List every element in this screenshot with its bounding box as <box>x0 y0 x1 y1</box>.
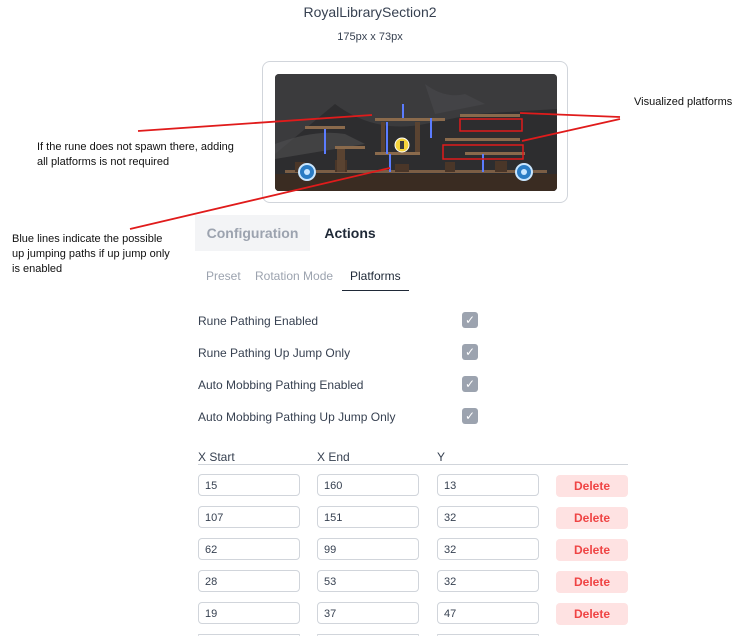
tab-configuration[interactable]: Configuration <box>195 215 310 251</box>
x-start-input[interactable]: 19 <box>198 602 300 624</box>
delete-button[interactable]: Delete <box>556 603 628 625</box>
x-end-input[interactable]: 99 <box>317 538 419 560</box>
y-input[interactable]: 47 <box>437 602 539 624</box>
tab-preset[interactable]: Preset <box>206 262 241 290</box>
option-auto-mobbing-up-jump-label: Auto Mobbing Pathing Up Jump Only <box>198 410 396 424</box>
delete-button[interactable]: Delete <box>556 475 628 497</box>
x-start-input[interactable]: 62 <box>198 538 300 560</box>
map-name: RoyalLibrarySection2 <box>303 4 437 20</box>
table-header-divider <box>198 464 628 465</box>
x-start-input[interactable]: 107 <box>198 506 300 528</box>
delete-button[interactable]: Delete <box>556 539 628 561</box>
column-y: Y <box>437 450 446 464</box>
minimap-canvas <box>275 74 557 191</box>
option-auto-mobbing-up-jump-checkbox[interactable]: ✓ <box>462 408 478 424</box>
column-x-start: X Start <box>198 450 235 464</box>
y-input[interactable]: 13 <box>437 474 539 496</box>
minimap-image <box>275 74 557 191</box>
tab-actions[interactable]: Actions <box>310 215 390 251</box>
y-input[interactable]: 32 <box>437 506 539 528</box>
y-input[interactable]: 32 <box>437 538 539 560</box>
option-rune-pathing-label: Rune Pathing Enabled <box>198 314 319 328</box>
x-end-input[interactable]: 53 <box>317 570 419 592</box>
delete-button[interactable]: Delete <box>556 571 628 593</box>
x-end-input[interactable]: 160 <box>317 474 419 496</box>
tab-rotation-mode[interactable]: Rotation Mode <box>255 262 333 290</box>
column-x-end: X End <box>317 450 350 464</box>
option-rune-up-jump-label: Rune Pathing Up Jump Only <box>198 346 351 360</box>
y-input[interactable]: 32 <box>437 570 539 592</box>
option-rune-up-jump-checkbox[interactable]: ✓ <box>462 344 478 360</box>
tab-platforms[interactable]: Platforms <box>342 262 409 291</box>
minimap-preview <box>262 61 568 203</box>
option-auto-mobbing-checkbox[interactable]: ✓ <box>462 376 478 392</box>
x-start-input[interactable]: 28 <box>198 570 300 592</box>
visualized-platforms-annotation: Visualized platforms <box>634 96 733 108</box>
delete-button[interactable]: Delete <box>556 507 628 529</box>
blue-lines-annotation: Blue lines indicate the possible up jump… <box>12 233 170 275</box>
x-start-input[interactable]: 15 <box>198 474 300 496</box>
rune-annotation: If the rune does not spawn there, adding… <box>37 141 234 168</box>
x-end-input[interactable]: 151 <box>317 506 419 528</box>
map-size: 175px x 73px <box>337 31 403 43</box>
x-end-input[interactable]: 37 <box>317 602 419 624</box>
option-rune-pathing-checkbox[interactable]: ✓ <box>462 312 478 328</box>
option-auto-mobbing-label: Auto Mobbing Pathing Enabled <box>198 378 364 392</box>
